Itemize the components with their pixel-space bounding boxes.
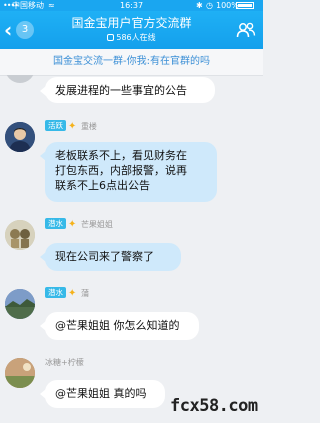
sender-name[interactable]: 芒果姐姐 [81,220,113,229]
message-bubble[interactable]: 老板联系不上，看见财务在 打包东西，内部报警，说再 联系不上6点出公告 [40,142,217,202]
message-bubble[interactable]: @芒果姐姐 你怎么知道的 [40,312,199,340]
sender-name[interactable]: 蒲 [81,289,89,298]
sender-name[interactable]: 重楼 [81,122,97,131]
avatar-image [5,289,35,319]
back-button[interactable]: ‹ 3 [2,18,40,42]
unread-badge: 3 [16,21,34,39]
avatar[interactable] [5,122,35,152]
message-text-line: 老板联系不上，看见财务在 [55,149,187,162]
sender-meta: 冰糖+柠檬 [45,356,84,369]
group-title[interactable]: 国金宝用户官方交流群 [50,15,213,31]
message-bubble[interactable]: 现在公司来了警察了 [40,243,181,271]
sparkle-icon: ✦ [68,121,77,132]
message-text: @芒果姐姐 真的吗 [55,387,147,400]
avatar[interactable] [5,75,35,83]
avatar-image [5,358,35,388]
chat-header: ‹ 3 国金宝用户官方交流群 586人在线 [0,11,263,49]
member-level-badge: 潜水 [45,287,66,298]
online-icon [107,34,115,41]
sparkle-icon: ✦ [68,219,77,230]
bluetooth-icon: ✱ [196,1,203,10]
carrier-label: 中国移动 [12,1,44,10]
message-text: 发展进程的一些事宜的公告 [55,84,187,97]
sender-meta: 潜水 ✦ 芒果姐姐 [45,218,113,231]
wifi-icon: ≈ [48,1,55,10]
avatar-image [5,220,35,250]
message-text-line: 联系不上6点出公告 [55,179,150,192]
chevron-left-icon: ‹ [4,18,13,42]
chat-messages[interactable]: 发展进程的一些事宜的公告 活跃 ✦ 重楼 老板联系不上，看见财务在 打包东西，内部… [0,75,263,423]
group-notice-banner[interactable]: 国金宝交流一群-你我:有在官群的吗 [0,49,263,76]
avatar[interactable] [5,220,35,250]
battery-icon [236,2,254,9]
sparkle-icon: ✦ [68,288,77,299]
message-bubble[interactable]: @芒果姐姐 真的吗 [40,380,165,408]
alarm-icon: ◷ [206,1,213,10]
message-text: @芒果姐姐 你怎么知道的 [55,319,180,332]
message-text-line: 打包东西，内部报警，说再 [55,164,187,177]
avatar[interactable] [5,289,35,319]
status-bar: •••• 中国移动 ≈ 16:37 ✱ ◷ 100% [0,0,263,11]
member-level-badge: 活跃 [45,120,66,131]
clock: 16:37 [120,1,144,10]
avatar-image [5,122,35,152]
group-members-icon[interactable] [236,20,256,40]
sender-name[interactable]: 冰糖+柠檬 [45,358,84,367]
avatar[interactable] [5,358,35,388]
message-bubble[interactable]: 发展进程的一些事宜的公告 [40,77,215,103]
sender-meta: 活跃 ✦ 重楼 [45,120,97,133]
watermark: fcx58.com [170,396,258,416]
online-count-text: 586人在线 [116,33,156,42]
online-count: 586人在线 [50,32,213,43]
member-level-badge: 潜水 [45,218,66,229]
message-text: 现在公司来了警察了 [55,250,154,263]
sender-meta: 潜水 ✦ 蒲 [45,287,89,300]
